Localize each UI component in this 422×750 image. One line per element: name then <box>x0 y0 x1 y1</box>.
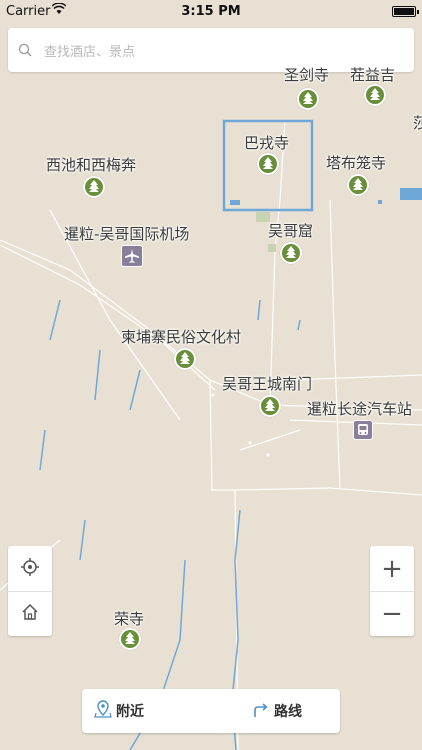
poi-label[interactable]: 暹粒-吴哥国际机场 <box>64 223 189 244</box>
poi-label[interactable]: 茬益吉 <box>350 64 395 85</box>
bus-icon[interactable] <box>353 420 373 440</box>
route-button[interactable]: 路线 <box>252 689 302 733</box>
poi-label[interactable]: 圣剑寺 <box>284 64 329 85</box>
nearby-pin-icon <box>94 700 116 722</box>
search-input[interactable]: 查找酒店、景点 <box>44 41 135 60</box>
map-canvas[interactable] <box>0 0 422 750</box>
zoom-out-button[interactable]: − <box>370 591 414 636</box>
poi-label[interactable]: 巴戎寺 <box>244 132 289 153</box>
poi-label[interactable]: 吴哥王城南门 <box>222 373 312 394</box>
route-icon <box>252 700 274 722</box>
tree-icon[interactable] <box>174 348 196 370</box>
search-icon <box>18 42 32 61</box>
home-button[interactable] <box>8 591 52 636</box>
edge-poi-label: 莎 <box>413 114 422 132</box>
home-icon <box>21 603 39 625</box>
bottom-action-bar: 附近 路线 <box>82 689 340 733</box>
tree-icon[interactable] <box>257 153 279 175</box>
map-side-controls <box>8 546 52 636</box>
nearby-label: 附近 <box>116 704 144 720</box>
tree-icon[interactable] <box>83 176 105 198</box>
airport-icon[interactable] <box>121 245 143 267</box>
poi-label[interactable]: 塔布笼寺 <box>326 152 386 173</box>
poi-label[interactable]: 西池和西梅奔 <box>46 154 136 175</box>
tree-icon[interactable] <box>119 628 141 650</box>
status-bar: Carrier 3:15 PM <box>0 0 422 22</box>
nearby-button[interactable]: 附近 <box>94 689 144 733</box>
zoom-in-button[interactable]: + <box>370 546 414 591</box>
route-label: 路线 <box>274 704 302 720</box>
locate-button[interactable] <box>8 546 52 591</box>
tree-icon[interactable] <box>347 174 369 196</box>
status-time: 3:15 PM <box>181 4 241 19</box>
poi-label[interactable]: 吴哥窟 <box>268 220 313 241</box>
poi-label[interactable]: 荣寺 <box>114 608 144 629</box>
tree-icon[interactable] <box>297 88 319 110</box>
zoom-controls: + − <box>370 546 414 636</box>
poi-label[interactable]: 柬埔寨民俗文化村 <box>121 326 241 347</box>
locate-icon <box>20 557 40 581</box>
tree-icon[interactable] <box>364 84 386 106</box>
battery-icon <box>392 6 419 17</box>
tree-icon[interactable] <box>259 395 281 417</box>
poi-label[interactable]: 暹粒长途汽车站 <box>307 398 412 419</box>
tree-icon[interactable] <box>280 242 302 264</box>
